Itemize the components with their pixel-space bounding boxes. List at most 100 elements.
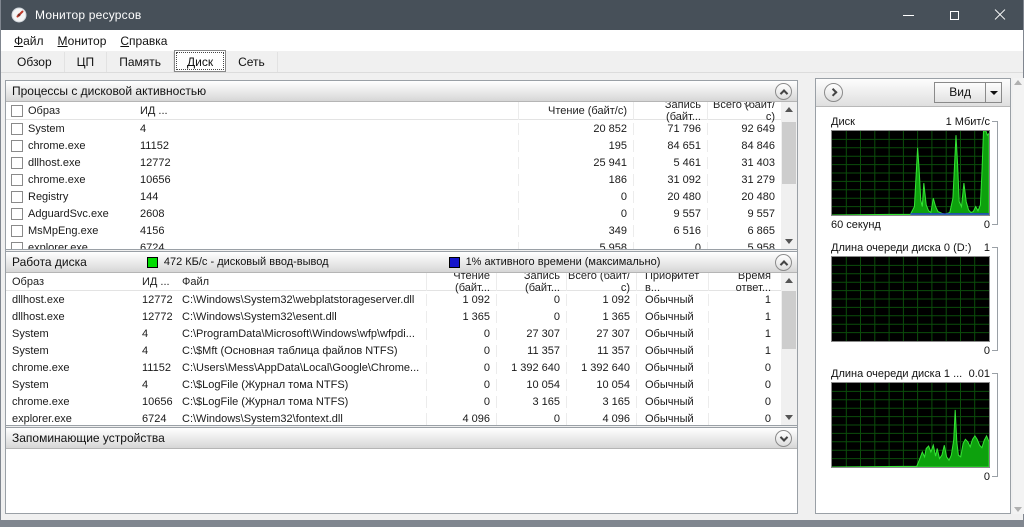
total-bytes: 1 392 640 bbox=[566, 361, 636, 374]
scrollbar-thumb[interactable] bbox=[782, 291, 796, 349]
write-bytes: 1 392 640 bbox=[496, 361, 566, 374]
row-checkbox[interactable] bbox=[6, 122, 28, 135]
read-bytes: 4 096 bbox=[426, 412, 496, 425]
tab-disk[interactable]: Диск bbox=[173, 50, 227, 72]
scroll-up-icon[interactable] bbox=[1014, 80, 1022, 85]
tab-overview[interactable]: Обзор bbox=[5, 52, 65, 72]
section-title: Процессы с дисковой активностью bbox=[12, 84, 207, 98]
row-checkbox[interactable] bbox=[6, 241, 28, 249]
scroll-down-icon[interactable] bbox=[781, 234, 797, 249]
file-path: C:\Windows\System32\esent.dll bbox=[182, 310, 337, 323]
response-time: 0 bbox=[708, 378, 781, 391]
table-row[interactable]: chrome.exe 11152 195 84 651 84 846 bbox=[6, 137, 781, 154]
scrollbar-thumb[interactable] bbox=[782, 122, 796, 184]
file-path: C:\$LogFile (Журнал тома NTFS) bbox=[182, 395, 349, 408]
col-pid[interactable]: ИД ... bbox=[140, 102, 200, 120]
row-checkbox[interactable] bbox=[6, 139, 28, 152]
menu-monitor[interactable]: Монитор bbox=[51, 32, 114, 50]
scroll-down-icon[interactable] bbox=[781, 410, 797, 425]
col-total[interactable]: Всего (байт/с) bbox=[707, 102, 781, 123]
disk-activity-table-body: dllhost.exe 12772 C:\Windows\System32\we… bbox=[6, 291, 781, 425]
section-header-disk-activity[interactable]: Работа диска 472 КБ/с - дисковый ввод-вы… bbox=[6, 252, 797, 273]
select-all-checkbox[interactable] bbox=[6, 104, 28, 117]
view-button[interactable]: Вид bbox=[934, 82, 1002, 103]
table-row[interactable]: System 4 C:\ProgramData\Microsoft\Window… bbox=[6, 325, 781, 342]
tab-cpu[interactable]: ЦП bbox=[65, 52, 108, 72]
col-image[interactable]: Образ bbox=[6, 273, 142, 291]
col-read[interactable]: Чтение (байт... bbox=[426, 273, 496, 294]
process-image: explorer.exe bbox=[12, 412, 72, 425]
table-row[interactable]: chrome.exe 10656 C:\$LogFile (Журнал том… bbox=[6, 393, 781, 410]
collapse-panel-button[interactable] bbox=[824, 83, 843, 102]
section-title: Работа диска bbox=[12, 255, 87, 269]
col-file[interactable]: Файл bbox=[182, 273, 426, 291]
graph-max-label: 1 Мбит/с bbox=[945, 115, 990, 128]
table-row[interactable]: dllhost.exe 12772 C:\Windows\System32\es… bbox=[6, 308, 781, 325]
read-bytes: 186 bbox=[518, 173, 633, 186]
row-checkbox[interactable] bbox=[6, 190, 28, 203]
left-column: Процессы с дисковой активностью Образ ИД… bbox=[5, 80, 798, 514]
total-bytes: 3 165 bbox=[566, 395, 636, 408]
table-row[interactable]: dllhost.exe 12772 25 941 5 461 31 403 bbox=[6, 154, 781, 171]
table-row[interactable]: System 4 C:\$Mft (Основная таблица файло… bbox=[6, 342, 781, 359]
table-row[interactable]: explorer.exe 6724 C:\Windows\System32\fo… bbox=[6, 410, 781, 425]
processes-scrollbar[interactable] bbox=[781, 102, 797, 249]
menu-help[interactable]: Справка bbox=[113, 32, 174, 50]
menu-file[interactable]: Файл bbox=[7, 32, 51, 50]
table-row[interactable]: explorer.exe 6724 5 958 0 5 958 bbox=[6, 239, 781, 249]
panel-scrollbar[interactable] bbox=[1013, 78, 1024, 514]
processes-table-header: Образ ИД ... Чтение (байт/с) Запись (бай… bbox=[6, 102, 781, 123]
minimize-button[interactable] bbox=[885, 0, 931, 30]
write-bytes: 0 bbox=[496, 412, 566, 425]
col-priority[interactable]: Приоритет в... bbox=[636, 273, 708, 294]
row-checkbox[interactable] bbox=[6, 224, 28, 237]
col-total[interactable]: Всего (байт/с) bbox=[566, 273, 636, 294]
col-write[interactable]: Запись (байт... bbox=[496, 273, 566, 294]
collapse-button[interactable] bbox=[775, 254, 792, 271]
table-row[interactable]: chrome.exe 11152 C:\Users\Mess\AppData\L… bbox=[6, 359, 781, 376]
io-priority: Обычный bbox=[636, 293, 708, 306]
table-row[interactable]: System 4 C:\$LogFile (Журнал тома NTFS) … bbox=[6, 376, 781, 393]
scroll-down-icon[interactable] bbox=[1014, 507, 1022, 512]
tab-network[interactable]: Сеть bbox=[226, 52, 278, 72]
read-bytes: 20 852 bbox=[518, 122, 633, 135]
process-image: chrome.exe bbox=[12, 395, 70, 408]
read-bytes: 0 bbox=[518, 207, 633, 220]
row-checkbox[interactable] bbox=[6, 173, 28, 186]
row-checkbox[interactable] bbox=[6, 207, 28, 220]
total-bytes: 20 480 bbox=[707, 190, 781, 203]
row-checkbox[interactable] bbox=[6, 156, 28, 169]
graph-title: Длина очереди диска 1 ... bbox=[831, 367, 963, 380]
scroll-up-icon[interactable] bbox=[781, 102, 797, 117]
col-pid[interactable]: ИД ... bbox=[142, 273, 182, 291]
file-path: C:\Users\Mess\AppData\Local\Google\Chrom… bbox=[182, 361, 420, 374]
section-header-storage[interactable]: Запоминающие устройства bbox=[6, 428, 797, 449]
chevron-right-icon bbox=[828, 87, 838, 97]
maximize-button[interactable] bbox=[931, 0, 977, 30]
close-button[interactable] bbox=[977, 0, 1023, 30]
table-row[interactable]: AdguardSvc.exe 2608 0 9 557 9 557 bbox=[6, 205, 781, 222]
process-pid: 12772 bbox=[142, 293, 173, 306]
expand-button[interactable] bbox=[775, 430, 792, 447]
collapse-button[interactable] bbox=[775, 83, 792, 100]
write-bytes: 10 054 bbox=[496, 378, 566, 391]
window-title: Монитор ресурсов bbox=[35, 8, 142, 22]
section-header-processes[interactable]: Процессы с дисковой активностью bbox=[6, 81, 797, 102]
tab-memory[interactable]: Память bbox=[107, 52, 174, 72]
disk-activity-scrollbar[interactable] bbox=[781, 273, 797, 425]
table-row[interactable]: Registry 144 0 20 480 20 480 bbox=[6, 188, 781, 205]
col-write[interactable]: Запись (байт... bbox=[633, 102, 707, 123]
write-bytes: 9 557 bbox=[633, 207, 707, 220]
total-bytes: 27 307 bbox=[566, 327, 636, 340]
process-pid: 4 bbox=[142, 344, 149, 357]
table-row[interactable]: MsMpEng.exe 4156 349 6 516 6 865 bbox=[6, 222, 781, 239]
col-response-time[interactable]: Время ответ... bbox=[708, 273, 781, 294]
col-read[interactable]: Чтение (байт/с) bbox=[518, 102, 633, 120]
view-dropdown-arrow[interactable] bbox=[985, 83, 1001, 102]
scroll-up-icon[interactable] bbox=[781, 273, 797, 288]
table-row[interactable]: dllhost.exe 12772 C:\Windows\System32\we… bbox=[6, 291, 781, 308]
process-image: dllhost.exe bbox=[12, 293, 65, 306]
table-row[interactable]: chrome.exe 10656 186 31 092 31 279 bbox=[6, 171, 781, 188]
col-image[interactable]: Образ bbox=[28, 102, 140, 120]
table-row[interactable]: System 4 20 852 71 796 92 649 bbox=[6, 120, 781, 137]
